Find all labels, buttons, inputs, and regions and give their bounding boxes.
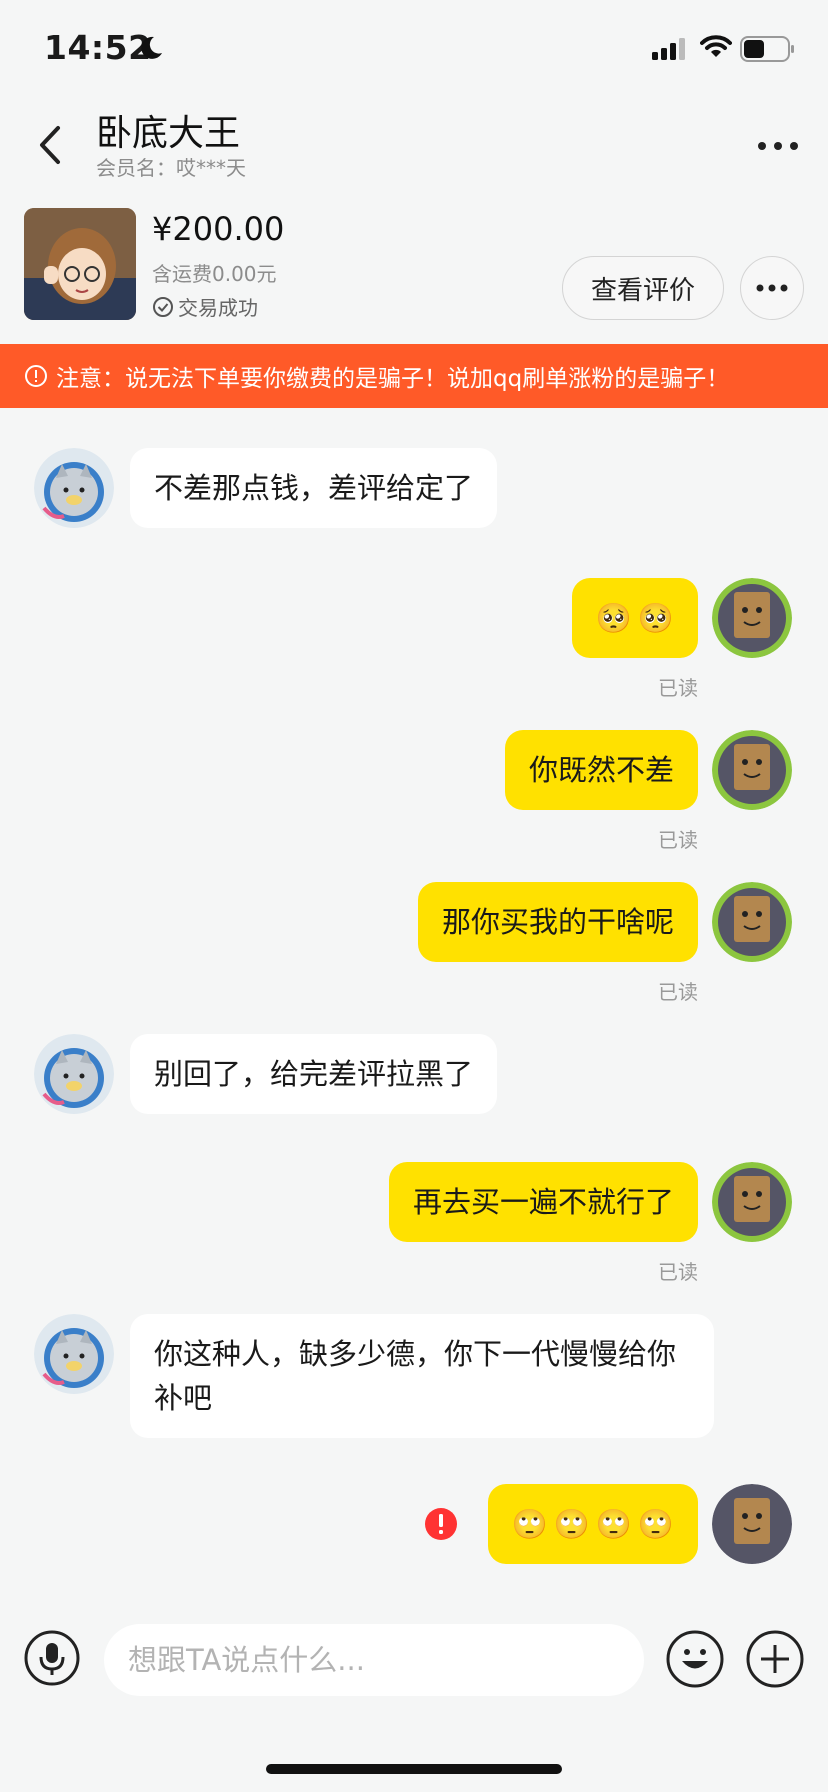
paper-bag-avatar-icon xyxy=(712,730,792,810)
message-bubble: 你这种人，缺多少德，你下一代慢慢给你补吧 xyxy=(130,1314,714,1438)
cat-avatar-icon xyxy=(34,1034,114,1114)
chat-header: 卧底大王 会员名：哎***天 xyxy=(0,100,828,200)
trade-status-label: 交易成功 xyxy=(178,296,258,320)
home-indicator[interactable] xyxy=(266,1764,562,1774)
product-more-button[interactable] xyxy=(740,256,804,320)
plus-icon[interactable] xyxy=(746,1630,804,1688)
more-icon[interactable] xyxy=(748,126,808,166)
my-avatar[interactable] xyxy=(712,730,792,810)
paper-bag-avatar-icon xyxy=(712,1162,792,1242)
product-card[interactable]: ¥200.00 含运费0.00元 交易成功 查看评价 xyxy=(0,200,828,345)
buyer-avatar[interactable] xyxy=(34,1314,114,1394)
more-icon xyxy=(756,284,788,292)
my-avatar[interactable] xyxy=(712,882,792,962)
read-receipt: 已读 xyxy=(658,828,698,852)
contact-name: 卧底大王 xyxy=(96,113,241,154)
emoji-group: 🥺 🥺 xyxy=(596,596,674,640)
eye-roll-emoji: 🙄 xyxy=(595,1507,632,1541)
check-circle-icon xyxy=(153,296,173,317)
pleading-face-emoji: 🥺 xyxy=(637,601,674,635)
input-bar xyxy=(0,1604,828,1724)
buyer-avatar[interactable] xyxy=(34,1034,114,1114)
my-avatar[interactable] xyxy=(712,1484,792,1564)
warning-text: 注意：说无法下单要你缴费的是骗子！说加qq刷单涨粉的是骗子！ xyxy=(56,366,730,392)
emoji-group: 🙄 🙄 🙄 🙄 xyxy=(512,1502,674,1546)
trade-status: 交易成功 xyxy=(152,292,258,321)
emoji-icon[interactable] xyxy=(666,1630,724,1688)
message-bubble: 不差那点钱，差评给定了 xyxy=(130,448,498,528)
cat-avatar-icon xyxy=(34,448,114,528)
paper-bag-avatar-icon xyxy=(712,1484,792,1564)
message-bubble: 再去买一遍不就行了 xyxy=(388,1162,698,1242)
message-input[interactable] xyxy=(104,1624,644,1696)
cat-avatar-icon xyxy=(34,1314,114,1394)
buyer-avatar[interactable] xyxy=(34,448,114,528)
scam-warning-banner: 注意：说无法下单要你缴费的是骗子！说加qq刷单涨粉的是骗子！ xyxy=(0,344,828,408)
moon-icon xyxy=(141,36,162,59)
product-thumbnail[interactable] xyxy=(24,208,136,320)
battery-icon xyxy=(740,36,794,62)
read-receipt: 已读 xyxy=(658,676,698,700)
message-bubble: 🙄 🙄 🙄 🙄 xyxy=(487,1484,698,1564)
message-bubble: 那你买我的干啥呢 xyxy=(417,882,698,962)
message-bubble: 🥺 🥺 xyxy=(571,578,698,658)
chat-message-list[interactable]: 不差那点钱，差评给定了 🥺 🥺 已读 你既然不差 已读 那你买我的干啥呢 已读 … xyxy=(0,408,828,1604)
my-avatar[interactable] xyxy=(712,578,792,658)
anime-girl-image xyxy=(24,208,136,320)
status-bar: 14:52 xyxy=(0,0,828,100)
pleading-face-emoji: 🥺 xyxy=(595,601,632,635)
paper-bag-avatar-icon xyxy=(712,578,792,658)
view-review-button[interactable]: 查看评价 xyxy=(562,256,724,320)
signal-icon xyxy=(652,38,685,60)
eye-roll-emoji: 🙄 xyxy=(511,1507,548,1541)
product-price: ¥200.00 xyxy=(152,210,285,248)
my-avatar[interactable] xyxy=(712,1162,792,1242)
member-name: 会员名：哎***天 xyxy=(96,156,246,180)
message-bubble: 别回了，给完差评拉黑了 xyxy=(130,1034,498,1114)
warning-icon xyxy=(25,365,47,387)
mic-icon[interactable] xyxy=(24,1630,80,1686)
shipping-info: 含运费0.00元 xyxy=(152,262,277,286)
back-arrow-icon[interactable] xyxy=(30,120,70,170)
read-receipt: 已读 xyxy=(658,1260,698,1284)
eye-roll-emoji: 🙄 xyxy=(637,1507,674,1541)
read-receipt: 已读 xyxy=(658,980,698,1004)
error-icon[interactable] xyxy=(424,1507,458,1541)
wifi-icon xyxy=(700,35,732,57)
eye-roll-emoji: 🙄 xyxy=(553,1507,590,1541)
paper-bag-avatar-icon xyxy=(712,882,792,962)
message-bubble: 你既然不差 xyxy=(504,730,698,810)
